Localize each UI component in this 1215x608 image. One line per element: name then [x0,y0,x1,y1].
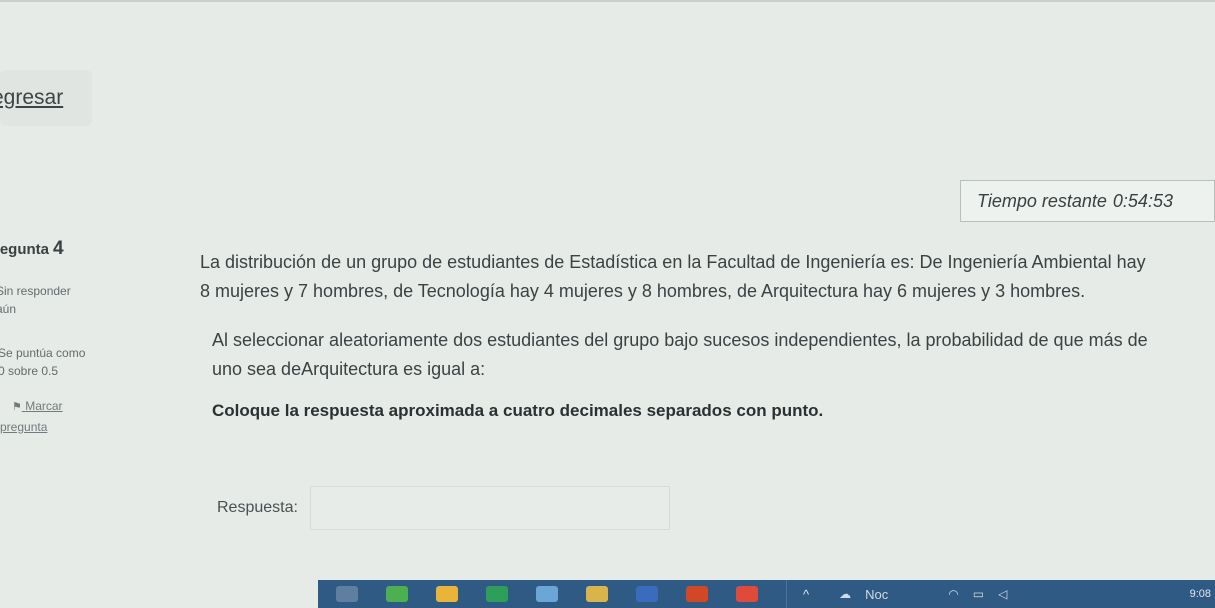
browser-icon[interactable] [386,586,408,602]
task-view-icon[interactable] [336,586,358,602]
taskbar-clock[interactable]: 9:08 [1190,588,1211,600]
top-border [0,0,1215,2]
question-grade-line1: Se puntúa como [0,346,86,360]
spreadsheet-icon[interactable] [486,586,508,602]
flag-label-line1: Marcar [25,399,63,413]
question-paragraph-1: La distribución de un grupo de estudiant… [200,252,1146,301]
question-instruction: Coloque la respuesta aproximada a cuatro… [212,401,824,420]
flag-icon: ⚑ [12,401,22,413]
file-explorer-icon[interactable] [436,586,458,602]
question-paragraph-2: Al seleccionar aleatoriamente dos estudi… [212,330,1148,379]
question-info-panel: regunta4 Sin responder aún Se puntúa com… [0,238,180,437]
question-state-line2: aún [0,302,17,316]
app-icon[interactable] [536,586,558,602]
battery-icon[interactable]: ▭ [973,587,984,601]
question-number-label: regunta [0,241,50,258]
timer-value: 0:54:53 [1112,190,1173,211]
question-state: Sin responder aún [0,282,180,318]
question-number: regunta4 [0,238,180,260]
show-hidden-icons-icon[interactable]: ^ [803,587,809,602]
question-grade: Se puntúa como 0 sobre 0.5 [0,344,180,380]
flag-question-link[interactable]: ⚑ Marcar pregunta [0,396,180,437]
folder-icon[interactable] [586,586,608,602]
question-number-value: 4 [53,238,64,259]
weather-icon: ☁ [839,587,852,601]
time-remaining-box: Tiempo restante 0:54:53 [960,180,1215,222]
chrome-icon[interactable] [736,586,758,602]
back-button-label: egresar [0,86,64,109]
question-state-line1: Sin responder [0,284,71,298]
question-grade-line2: 0 sobre 0.5 [0,364,59,378]
taskbar: ^ ☁ Noc ◠ ▭ ◁ 9:08 [318,580,1215,608]
question-text: La distribución de un grupo de estudiant… [200,248,1150,425]
back-button[interactable]: egresar [0,70,92,126]
word-icon[interactable] [636,586,658,602]
powerpoint-icon[interactable] [686,586,708,602]
tray-weather-text: Noc [865,586,889,602]
network-icon[interactable]: ◠ [948,587,958,601]
volume-icon[interactable]: ◁ [998,587,1007,601]
answer-label: Respuesta: [217,499,298,516]
timer-label: Tiempo restante [977,190,1107,211]
flag-label-line2: pregunta [0,420,48,434]
answer-input[interactable] [309,486,670,530]
answer-row: Respuesta: [217,486,670,530]
taskbar-divider [786,580,787,608]
